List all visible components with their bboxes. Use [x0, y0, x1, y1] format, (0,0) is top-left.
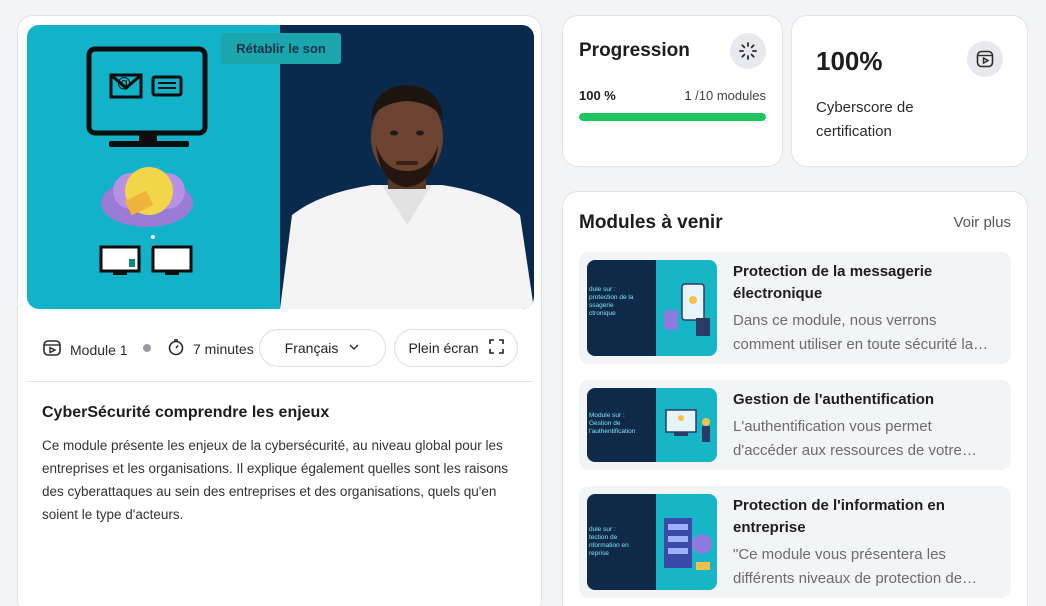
certificate-play-icon: [967, 41, 1003, 77]
restore-sound-button[interactable]: Rétablir le son: [221, 33, 341, 64]
presenter-image: [280, 85, 534, 309]
information-protection-illustration: [664, 518, 712, 570]
upcoming-module-description: "Ce module vous présentera les différent…: [733, 546, 963, 587]
modules-count: 1 /10 modules: [684, 88, 766, 103]
progress-bar-fill: [579, 113, 766, 121]
module-meta-bar: Module 1 7 minutes Français Plein écran: [18, 328, 541, 368]
progression-card: Progression 100 % 1 /10 modules: [562, 15, 783, 167]
fullscreen-label: Plein écran: [408, 340, 479, 356]
cyberscore-card: 100% Cyberscore de certification: [791, 15, 1028, 167]
svg-text:@: @: [117, 75, 131, 91]
video-illustration-panel: @: [27, 25, 280, 309]
mail-security-illustration: [664, 283, 710, 336]
see-more-link[interactable]: Voir plus: [953, 214, 1011, 231]
video-module-icon: [42, 338, 62, 361]
list-item[interactable]: dule sur : protection de la ssagerie ctr…: [579, 252, 1011, 364]
list-item[interactable]: dule sur : tection de nformation en repr…: [579, 486, 1011, 598]
duration-label: 7 minutes: [193, 340, 254, 357]
module-info: Module 1: [42, 338, 128, 361]
modules-done: 1: [684, 88, 692, 103]
upcoming-modules-card: Modules à venir Voir plus dule sur : pro…: [562, 191, 1028, 606]
module-number-label: Module 1: [70, 341, 128, 358]
loading-icon: [730, 33, 766, 69]
module-thumbnail: dule sur : tection de nformation en repr…: [587, 494, 717, 590]
list-item[interactable]: Module sur : Gestion de l'authentificati…: [579, 380, 1011, 470]
progression-title: Progression: [579, 40, 690, 61]
language-select[interactable]: Français: [259, 329, 386, 367]
progress-percent: 100 %: [579, 88, 616, 103]
video-player[interactable]: @ Rétablir le son: [27, 25, 534, 309]
upcoming-module-title: Gestion de l'authentification: [733, 391, 935, 408]
thumbnail-text: dule sur : protection de la ssagerie ctr…: [589, 286, 634, 317]
video-card: @ Rétablir le son Module 1 7 minutes Fra…: [17, 15, 542, 606]
module-description: Ce module présente les enjeux de la cybe…: [42, 438, 509, 522]
upcoming-module-description: L'authentification vous permet d'accéder…: [733, 418, 962, 459]
modules-total: /10 modules: [695, 88, 766, 103]
thumbnail-text: Module sur : Gestion de l'authentificati…: [589, 412, 636, 435]
progress-bar: [579, 113, 766, 121]
module-thumbnail: dule sur : protection de la ssagerie ctr…: [587, 260, 717, 356]
duration-info: 7 minutes: [167, 338, 254, 359]
upcoming-module-title: Protection de l'information en entrepris…: [733, 497, 945, 536]
language-value: Français: [284, 340, 339, 356]
monitor-illustration: @: [86, 46, 208, 275]
authentication-illustration: [665, 409, 710, 442]
expand-icon: [488, 339, 504, 357]
module-title: CyberSécurité comprendre les enjeux: [42, 404, 330, 421]
chevron-down-icon: [348, 340, 360, 356]
video-presenter-panel: [280, 25, 534, 309]
upcoming-title: Modules à venir: [579, 212, 723, 233]
module-thumbnail: Module sur : Gestion de l'authentificati…: [587, 388, 717, 462]
fullscreen-button[interactable]: Plein écran: [394, 329, 518, 367]
upcoming-module-title: Protection de la messagerie électronique: [733, 263, 933, 302]
cyberscore-label: Cyberscore de certification: [816, 99, 914, 140]
timer-icon: [167, 338, 185, 359]
separator-dot: [143, 344, 151, 352]
cyberscore-value: 100%: [816, 46, 883, 76]
upcoming-module-description: Dans ce module, nous verrons comment uti…: [733, 312, 974, 353]
thumbnail-text: dule sur : tection de nformation en repr…: [589, 526, 629, 557]
divider: [26, 381, 533, 382]
